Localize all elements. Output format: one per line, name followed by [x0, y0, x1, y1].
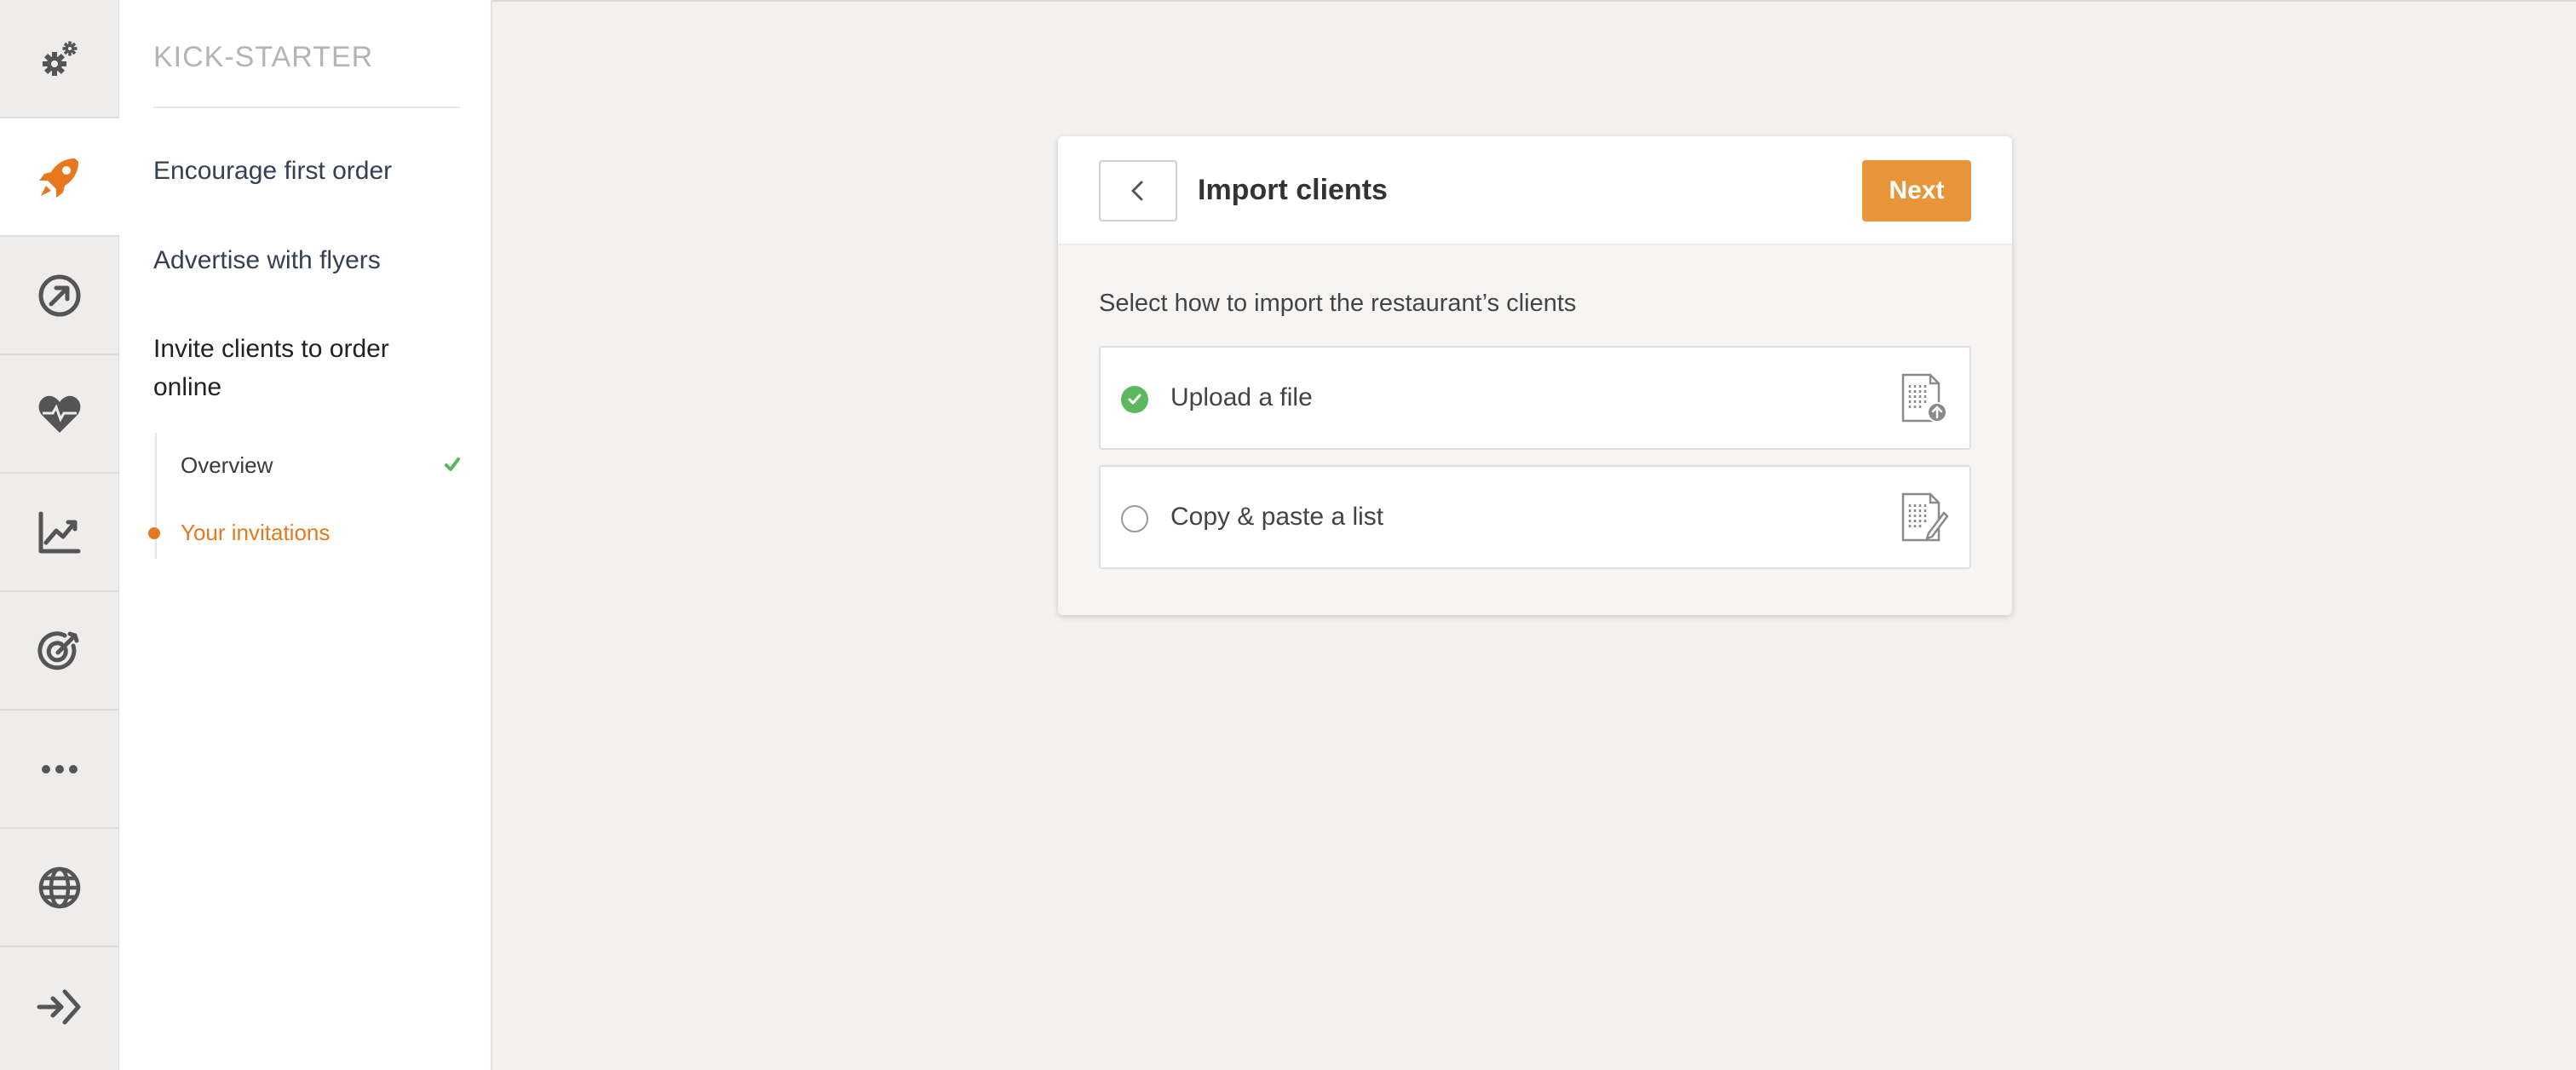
back-button[interactable]: [1099, 160, 1177, 221]
target-icon: [37, 630, 79, 670]
submenu-track: [155, 433, 157, 559]
card-title: Import clients: [1198, 174, 1388, 206]
logout-arrow-icon: [37, 989, 81, 1024]
rail-more[interactable]: [0, 710, 119, 829]
subitem-overview[interactable]: Overview: [181, 448, 462, 482]
panel-divider: [153, 106, 460, 108]
checkmark-icon: [445, 457, 460, 471]
next-button[interactable]: Next: [1862, 160, 1971, 221]
radio-selected[interactable]: [1121, 386, 1148, 413]
card-body: Select how to import the restaurant’s cl…: [1058, 245, 2012, 615]
card-header: Import clients Next: [1058, 136, 2012, 245]
rail-marketing[interactable]: [0, 592, 119, 710]
globe-icon: [38, 866, 81, 908]
rail-kick-starter[interactable]: [0, 118, 119, 237]
subitem-your-invitations[interactable]: Your invitations: [181, 515, 462, 549]
rocket-icon: [39, 158, 78, 198]
top-divider: [492, 0, 2576, 2]
import-instruction: Select how to import the restaurant’s cl…: [1099, 290, 1577, 317]
rail-logout[interactable]: [0, 947, 119, 1066]
rail-settings[interactable]: [0, 0, 119, 118]
option-upload-file-label: Upload a file: [1170, 383, 1313, 411]
file-edit-icon: [1901, 492, 1949, 542]
panel-title: KICK-STARTER: [153, 41, 374, 73]
current-step-dot: [148, 527, 160, 539]
option-copy-paste-label: Copy & paste a list: [1170, 503, 1384, 531]
more-dots-icon: [42, 764, 78, 774]
compass-arrow-icon: [38, 274, 81, 316]
chevron-left-icon: [1131, 181, 1143, 201]
file-upload-icon: [1901, 373, 1947, 423]
subitem-overview-label: Overview: [181, 452, 273, 478]
rail-discover[interactable]: [0, 237, 119, 355]
import-clients-card: Import clients Next Select how to import…: [1058, 136, 2012, 615]
option-copy-paste-list[interactable]: Copy & paste a list: [1099, 465, 1971, 569]
menu-link-encourage-first-order[interactable]: Encourage first order: [153, 152, 460, 190]
rail-website[interactable]: [0, 829, 119, 947]
settings-gears-icon: [43, 41, 78, 76]
rail-health[interactable]: [0, 355, 119, 474]
check-icon: [1128, 394, 1141, 405]
rail-statistics[interactable]: [0, 474, 119, 592]
heart-pulse-icon: [38, 395, 81, 433]
menu-link-invite-clients[interactable]: Invite clients to order online: [153, 330, 434, 406]
app-root: KICK-STARTER Encourage first order Adver…: [0, 0, 2576, 1070]
kick-starter-panel: KICK-STARTER Encourage first order Adver…: [119, 0, 492, 1070]
radio-unselected[interactable]: [1121, 505, 1148, 532]
line-chart-icon: [38, 511, 81, 553]
menu-link-advertise-flyers[interactable]: Advertise with flyers: [153, 241, 460, 279]
option-upload-file[interactable]: Upload a file: [1099, 346, 1971, 450]
icon-rail: [0, 0, 119, 1070]
